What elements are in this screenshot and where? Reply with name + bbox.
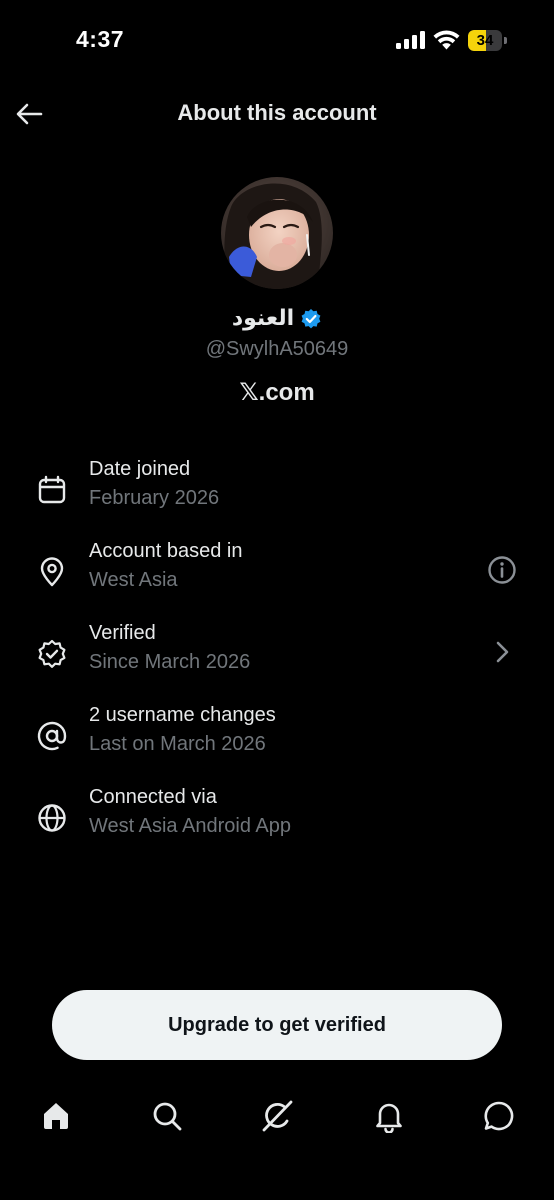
- chevron-right-icon: [496, 641, 509, 663]
- info-label: Account based in: [89, 540, 243, 562]
- nav-search[interactable]: [149, 1098, 185, 1134]
- cellular-signal-icon: [396, 31, 425, 49]
- nav-grok[interactable]: [259, 1098, 295, 1134]
- info-label: 2 username changes: [89, 704, 276, 726]
- battery-cap: [504, 37, 507, 44]
- info-value: West Asia Android App: [89, 815, 291, 837]
- status-time: 4:37: [76, 26, 125, 52]
- battery-level: 34: [476, 32, 494, 49]
- info-value: West Asia: [89, 569, 178, 591]
- nav-notifications[interactable]: [371, 1098, 407, 1134]
- info-value: February 2026: [89, 487, 220, 509]
- wifi-icon: [433, 30, 460, 50]
- info-item-connected-via: Connected via West Asia Android App: [0, 786, 554, 856]
- status-bar: 4:37 34: [0, 0, 554, 80]
- username-handle: @SwylhA50649: [205, 338, 349, 360]
- display-name: العنود: [231, 306, 295, 331]
- info-label: Connected via: [89, 786, 217, 808]
- battery-indicator: 34: [468, 30, 508, 51]
- upgrade-button[interactable]: Upgrade to get verified: [52, 990, 502, 1060]
- messages-icon: [484, 1101, 514, 1131]
- info-label: Date joined: [89, 458, 191, 480]
- page-title: About this account: [177, 100, 377, 125]
- info-label: Verified: [89, 622, 156, 644]
- nav-home[interactable]: [38, 1098, 74, 1134]
- bottom-nav: [0, 1090, 554, 1146]
- info-item-date-joined: Date joined February 2026: [0, 458, 554, 528]
- info-value: Last on March 2026: [89, 733, 266, 755]
- info-value: Since March 2026: [89, 651, 251, 673]
- profile-photo: [221, 177, 333, 289]
- info-item-username-changes: 2 username changes Last on March 2026: [0, 704, 554, 774]
- home-icon: [44, 1103, 68, 1129]
- location-pin-icon: [40, 557, 64, 587]
- info-icon[interactable]: [486, 554, 518, 586]
- nav-messages[interactable]: [481, 1098, 517, 1134]
- verified-seal-icon: [38, 639, 66, 668]
- globe-icon: [38, 804, 66, 832]
- verified-badge-icon: [301, 308, 321, 328]
- search-icon: [153, 1102, 182, 1131]
- info-item-verified[interactable]: Verified Since March 2026: [0, 622, 554, 692]
- avatar[interactable]: [221, 177, 333, 289]
- name-row: العنود: [0, 306, 554, 331]
- grok-icon: [262, 1100, 293, 1132]
- info-item-account-location: Account based in West Asia: [0, 540, 554, 610]
- at-sign-icon: [37, 721, 67, 751]
- notifications-icon: [376, 1103, 402, 1133]
- calendar-icon: [38, 475, 66, 504]
- site-label: 𝕏.com: [239, 379, 315, 406]
